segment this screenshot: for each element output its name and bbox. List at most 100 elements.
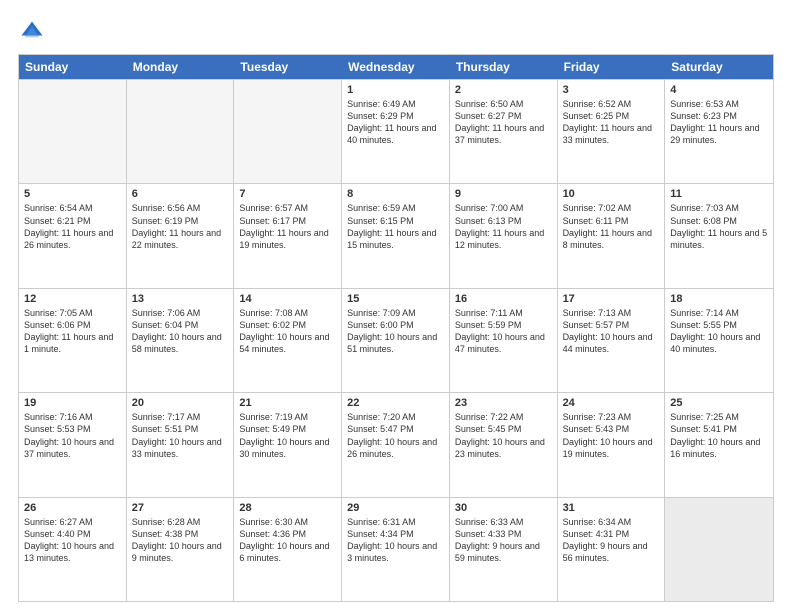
day-number: 13 [132, 293, 229, 305]
calendar-cell: 10 Sunrise: 7:02 AMSunset: 6:11 PMDayligh… [558, 184, 666, 287]
day-info: Sunrise: 6:27 AMSunset: 4:40 PMDaylight:… [24, 516, 121, 565]
day-info: Sunrise: 6:30 AMSunset: 4:36 PMDaylight:… [239, 516, 336, 565]
day-number: 22 [347, 397, 444, 409]
day-number: 31 [563, 502, 660, 514]
day-number: 27 [132, 502, 229, 514]
calendar-cell: 27 Sunrise: 6:28 AMSunset: 4:38 PMDayligh… [127, 498, 235, 601]
calendar-header-cell: Sunday [19, 55, 127, 79]
day-info: Sunrise: 6:28 AMSunset: 4:38 PMDaylight:… [132, 516, 229, 565]
day-info: Sunrise: 7:25 AMSunset: 5:41 PMDaylight:… [670, 411, 768, 460]
calendar-cell: 11Sunrise: 7:03 AMSunset: 6:08 PMDayligh… [665, 184, 773, 287]
page: SundayMondayTuesdayWednesdayThursdayFrid… [0, 0, 792, 612]
day-number: 11 [670, 188, 768, 200]
calendar-cell: 8 Sunrise: 6:59 AMSunset: 6:15 PMDaylight… [342, 184, 450, 287]
day-number: 18 [670, 293, 768, 305]
calendar-cell: 14 Sunrise: 7:08 AMSunset: 6:02 PMDayligh… [234, 289, 342, 392]
day-number: 3 [563, 84, 660, 96]
day-info: Sunrise: 6:50 AMSunset: 6:27 PMDaylight:… [455, 98, 552, 147]
calendar-cell: 16Sunrise: 7:11 AMSunset: 5:59 PMDayligh… [450, 289, 558, 392]
day-info: Sunrise: 7:20 AMSunset: 5:47 PMDaylight:… [347, 411, 444, 460]
day-info: Sunrise: 6:52 AMSunset: 6:25 PMDaylight:… [563, 98, 660, 147]
calendar-cell: 26 Sunrise: 6:27 AMSunset: 4:40 PMDayligh… [19, 498, 127, 601]
calendar-header-row: SundayMondayTuesdayWednesdayThursdayFrid… [19, 55, 773, 79]
calendar-header-cell: Monday [127, 55, 235, 79]
calendar-cell: 23Sunrise: 7:22 AMSunset: 5:45 PMDayligh… [450, 393, 558, 496]
day-number: 25 [670, 397, 768, 409]
day-info: Sunrise: 7:05 AMSunset: 6:06 PMDaylight:… [24, 307, 121, 356]
calendar-cell: 25 Sunrise: 7:25 AMSunset: 5:41 PMDayligh… [665, 393, 773, 496]
calendar: SundayMondayTuesdayWednesdayThursdayFrid… [18, 54, 774, 602]
day-info: Sunrise: 7:23 AMSunset: 5:43 PMDaylight:… [563, 411, 660, 460]
day-info: Sunrise: 7:06 AMSunset: 6:04 PMDaylight:… [132, 307, 229, 356]
day-number: 26 [24, 502, 121, 514]
day-info: Sunrise: 6:34 AMSunset: 4:31 PMDaylight:… [563, 516, 660, 565]
calendar-cell: 29Sunrise: 6:31 AMSunset: 4:34 PMDayligh… [342, 498, 450, 601]
day-number: 5 [24, 188, 121, 200]
calendar-cell: 18Sunrise: 7:14 AMSunset: 5:55 PMDayligh… [665, 289, 773, 392]
day-number: 9 [455, 188, 552, 200]
calendar-cell: 4 Sunrise: 6:53 AMSunset: 6:23 PMDaylight… [665, 80, 773, 183]
calendar-cell: 3 Sunrise: 6:52 AMSunset: 6:25 PMDaylight… [558, 80, 666, 183]
calendar-cell [19, 80, 127, 183]
logo [18, 18, 50, 46]
day-number: 28 [239, 502, 336, 514]
day-number: 19 [24, 397, 121, 409]
day-number: 1 [347, 84, 444, 96]
calendar-cell: 24 Sunrise: 7:23 AMSunset: 5:43 PMDayligh… [558, 393, 666, 496]
day-info: Sunrise: 6:49 AMSunset: 6:29 PMDaylight:… [347, 98, 444, 147]
day-info: Sunrise: 6:31 AMSunset: 4:34 PMDaylight:… [347, 516, 444, 565]
calendar-week: 5 Sunrise: 6:54 AMSunset: 6:21 PMDaylight… [19, 183, 773, 287]
day-number: 20 [132, 397, 229, 409]
calendar-header-cell: Wednesday [342, 55, 450, 79]
calendar-header-cell: Friday [558, 55, 666, 79]
day-info: Sunrise: 7:13 AMSunset: 5:57 PMDaylight:… [563, 307, 660, 356]
calendar-header-cell: Thursday [450, 55, 558, 79]
day-number: 12 [24, 293, 121, 305]
calendar-cell: 7 Sunrise: 6:57 AMSunset: 6:17 PMDaylight… [234, 184, 342, 287]
day-info: Sunrise: 6:53 AMSunset: 6:23 PMDaylight:… [670, 98, 768, 147]
calendar-body: 1 Sunrise: 6:49 AMSunset: 6:29 PMDaylight… [19, 79, 773, 601]
day-number: 17 [563, 293, 660, 305]
calendar-header-cell: Saturday [665, 55, 773, 79]
day-number: 8 [347, 188, 444, 200]
calendar-week: 12 Sunrise: 7:05 AMSunset: 6:06 PMDayligh… [19, 288, 773, 392]
day-info: Sunrise: 7:00 AMSunset: 6:13 PMDaylight:… [455, 202, 552, 251]
calendar-cell: 22 Sunrise: 7:20 AMSunset: 5:47 PMDayligh… [342, 393, 450, 496]
day-info: Sunrise: 7:08 AMSunset: 6:02 PMDaylight:… [239, 307, 336, 356]
day-number: 4 [670, 84, 768, 96]
day-info: Sunrise: 6:59 AMSunset: 6:15 PMDaylight:… [347, 202, 444, 251]
day-number: 10 [563, 188, 660, 200]
day-number: 2 [455, 84, 552, 96]
day-number: 14 [239, 293, 336, 305]
day-info: Sunrise: 6:54 AMSunset: 6:21 PMDaylight:… [24, 202, 121, 251]
calendar-week: 26 Sunrise: 6:27 AMSunset: 4:40 PMDayligh… [19, 497, 773, 601]
calendar-cell: 12 Sunrise: 7:05 AMSunset: 6:06 PMDayligh… [19, 289, 127, 392]
calendar-cell: 1 Sunrise: 6:49 AMSunset: 6:29 PMDaylight… [342, 80, 450, 183]
calendar-cell: 30Sunrise: 6:33 AMSunset: 4:33 PMDayligh… [450, 498, 558, 601]
day-number: 6 [132, 188, 229, 200]
day-info: Sunrise: 6:57 AMSunset: 6:17 PMDaylight:… [239, 202, 336, 251]
calendar-cell: 13 Sunrise: 7:06 AMSunset: 6:04 PMDayligh… [127, 289, 235, 392]
calendar-cell: 2 Sunrise: 6:50 AMSunset: 6:27 PMDaylight… [450, 80, 558, 183]
day-info: Sunrise: 7:09 AMSunset: 6:00 PMDaylight:… [347, 307, 444, 356]
calendar-cell: 5 Sunrise: 6:54 AMSunset: 6:21 PMDaylight… [19, 184, 127, 287]
calendar-cell: 28 Sunrise: 6:30 AMSunset: 4:36 PMDayligh… [234, 498, 342, 601]
day-number: 15 [347, 293, 444, 305]
calendar-cell: 9 Sunrise: 7:00 AMSunset: 6:13 PMDaylight… [450, 184, 558, 287]
day-info: Sunrise: 7:17 AMSunset: 5:51 PMDaylight:… [132, 411, 229, 460]
calendar-week: 1 Sunrise: 6:49 AMSunset: 6:29 PMDaylight… [19, 79, 773, 183]
day-number: 21 [239, 397, 336, 409]
day-number: 7 [239, 188, 336, 200]
calendar-cell: 31 Sunrise: 6:34 AMSunset: 4:31 PMDayligh… [558, 498, 666, 601]
calendar-cell: 6 Sunrise: 6:56 AMSunset: 6:19 PMDaylight… [127, 184, 235, 287]
day-info: Sunrise: 6:56 AMSunset: 6:19 PMDaylight:… [132, 202, 229, 251]
day-info: Sunrise: 7:02 AMSunset: 6:11 PMDaylight:… [563, 202, 660, 251]
day-number: 23 [455, 397, 552, 409]
day-number: 24 [563, 397, 660, 409]
calendar-cell: 20 Sunrise: 7:17 AMSunset: 5:51 PMDayligh… [127, 393, 235, 496]
day-number: 16 [455, 293, 552, 305]
calendar-cell [665, 498, 773, 601]
day-info: Sunrise: 7:16 AMSunset: 5:53 PMDaylight:… [24, 411, 121, 460]
header [18, 18, 774, 46]
day-number: 30 [455, 502, 552, 514]
